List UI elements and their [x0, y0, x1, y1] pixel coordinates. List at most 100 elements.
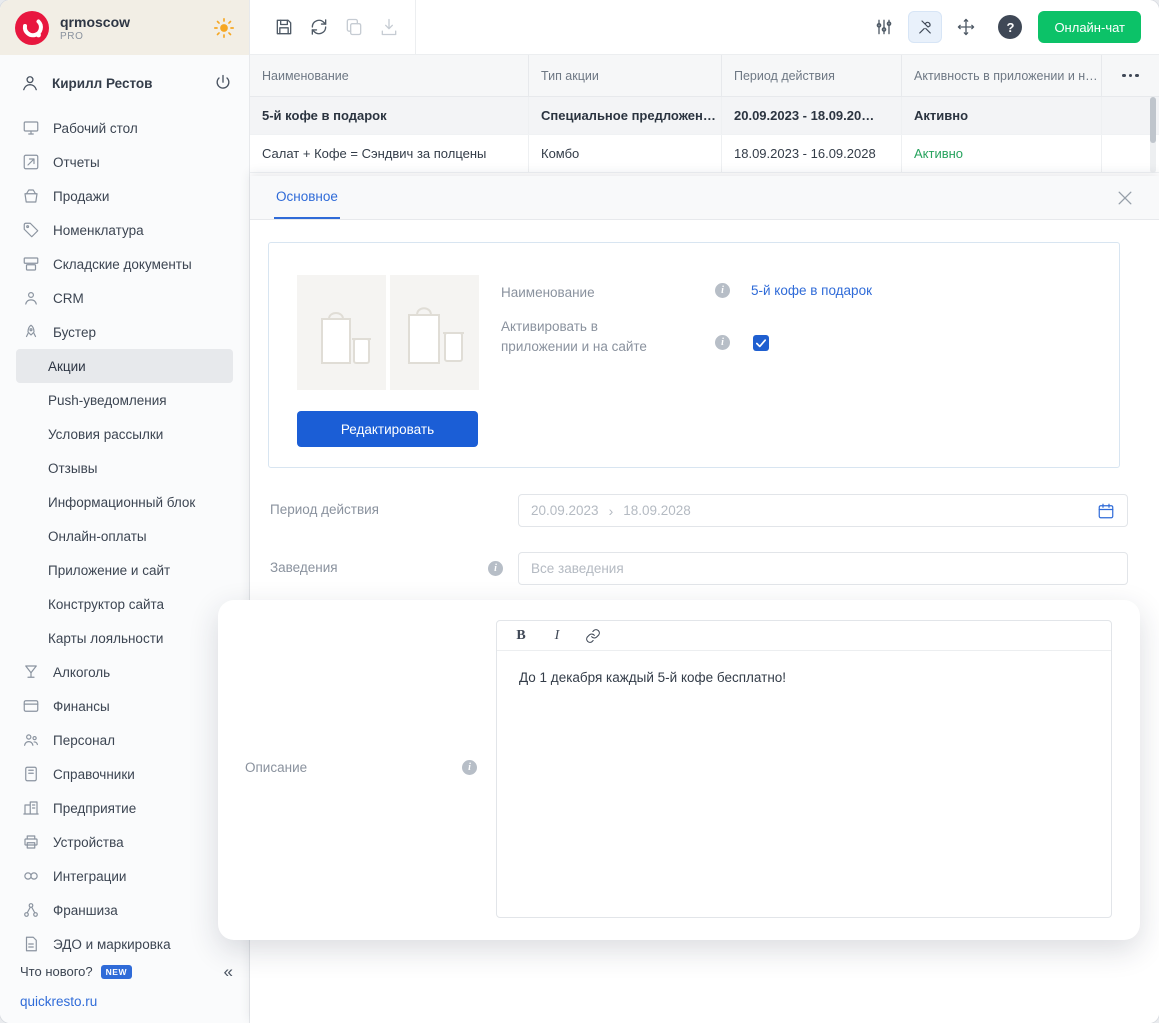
sidebar-item-franchise[interactable]: Франшиза: [0, 893, 249, 927]
column-header-type[interactable]: Тип акции: [528, 55, 721, 96]
move-icon[interactable]: [956, 17, 976, 37]
save-icon[interactable]: [274, 17, 294, 37]
scrollbar-thumb[interactable]: [1150, 97, 1156, 143]
sidebar-item-label: Справочники: [53, 767, 135, 782]
sidebar-item-label: Финансы: [53, 699, 110, 714]
sidebar-item-staff[interactable]: Персонал: [0, 723, 249, 757]
description-label: Описание: [245, 760, 307, 775]
venues-input[interactable]: [518, 552, 1128, 585]
period-to-value[interactable]: 18.09.2028: [623, 503, 691, 518]
sidebar-item-label: Бустер: [53, 325, 96, 340]
info-icon[interactable]: i: [715, 283, 730, 298]
devices-icon: [22, 833, 40, 851]
online-chat-button[interactable]: Онлайн-чат: [1038, 11, 1141, 43]
quickresto-link[interactable]: quickresto.ru: [20, 994, 97, 1009]
sidebar-subitem-push-notifications[interactable]: Push-уведомления: [0, 383, 249, 417]
italic-icon[interactable]: I: [547, 626, 567, 646]
warehouse-docs-icon: [22, 255, 40, 273]
description-editor[interactable]: До 1 декабря каждый 5-й кофе бесплатно!: [497, 651, 1111, 706]
whats-new-row: Что нового? NEW «: [20, 963, 233, 980]
user-icon: [20, 73, 40, 93]
status-badge: Активно: [901, 97, 1101, 134]
period-label: Период действия: [270, 502, 379, 517]
sidebar-subitem-label: Акции: [48, 359, 86, 374]
nomenclature-icon: [22, 221, 40, 239]
product-photo[interactable]: [297, 275, 386, 390]
sidebar-item-directories[interactable]: Справочники: [0, 757, 249, 791]
crm-icon: [22, 289, 40, 307]
link-icon[interactable]: [583, 626, 603, 646]
user-row[interactable]: Кирилл Рестов: [0, 61, 249, 105]
table-row[interactable]: Салат + Кофе = Сэндвич за полцены Комбо …: [250, 135, 1159, 173]
filters-icon[interactable]: [874, 17, 894, 37]
column-header-period[interactable]: Период действия: [721, 55, 901, 96]
sidebar-item-devices[interactable]: Устройства: [0, 825, 249, 859]
sidebar-item-warehouse-docs[interactable]: Складские документы: [0, 247, 249, 281]
sidebar-subitem-reviews[interactable]: Отзывы: [0, 451, 249, 485]
promo-name-value[interactable]: 5-й кофе в подарок: [751, 283, 872, 298]
sidebar-subitem-mailing-conditions[interactable]: Условия рассылки: [0, 417, 249, 451]
close-icon[interactable]: [1115, 188, 1135, 208]
bold-icon[interactable]: B: [511, 626, 531, 646]
sidebar-item-booster[interactable]: Бустер: [0, 315, 249, 349]
toolbar: ? Онлайн-чат: [250, 0, 1159, 55]
venues-row: Заведения i: [270, 552, 1139, 586]
venues-label: Заведения: [270, 560, 338, 575]
sidebar-item-label: Персонал: [53, 733, 115, 748]
sidebar-subitem-info-block[interactable]: Информационный блок: [0, 485, 249, 519]
sidebar-subitem-label: Условия рассылки: [48, 427, 163, 442]
edit-button[interactable]: Редактировать: [297, 411, 478, 447]
sidebar-item-desktop[interactable]: Рабочий стол: [0, 111, 249, 145]
sidebar-subitem-label: Информационный блок: [48, 495, 195, 510]
name-field-label: Наименование: [501, 283, 595, 303]
sidebar-item-label: Франшиза: [53, 903, 118, 918]
sidebar-item-sales[interactable]: Продажи: [0, 179, 249, 213]
sidebar-item-nomenclature[interactable]: Номенклатура: [0, 213, 249, 247]
column-header-name[interactable]: Наименование: [250, 55, 528, 96]
scrollbar-track: [1150, 97, 1156, 173]
sidebar-item-edo[interactable]: ЭДО и маркировка: [0, 927, 249, 961]
sidebar-subitem-online-payments[interactable]: Онлайн-оплаты: [0, 519, 249, 553]
calendar-icon[interactable]: [1097, 502, 1115, 520]
info-icon[interactable]: i: [462, 760, 477, 775]
theme-toggle-sun-icon[interactable]: [213, 17, 235, 39]
sidebar-subitem-label: Карты лояльности: [48, 631, 163, 646]
collapse-sidebar-icon[interactable]: «: [224, 963, 233, 980]
copy-icon[interactable]: [344, 17, 364, 37]
sidebar-subitem-site-builder[interactable]: Конструктор сайта: [0, 587, 249, 621]
sidebar-item-alcohol[interactable]: Алкоголь: [0, 655, 249, 689]
sidebar-subitem-app-and-site[interactable]: Приложение и сайт: [0, 553, 249, 587]
period-from-value[interactable]: 20.09.2023: [531, 503, 599, 518]
logout-icon[interactable]: [213, 73, 233, 93]
sidebar-subitem-label: Push-уведомления: [48, 393, 167, 408]
sidebar-item-reports[interactable]: Отчеты: [0, 145, 249, 179]
info-icon[interactable]: i: [488, 561, 503, 576]
sidebar-item-label: Складские документы: [53, 257, 192, 272]
sidebar-item-enterprise[interactable]: Предприятие: [0, 791, 249, 825]
sidebar-item-crm[interactable]: CRM: [0, 281, 249, 315]
period-input[interactable]: 20.09.2023 › 18.09.2028: [518, 494, 1128, 527]
product-photo[interactable]: [390, 275, 479, 390]
cell-name: 5-й кофе в подарок: [250, 97, 528, 134]
whats-new-link[interactable]: Что нового?: [20, 964, 93, 979]
refresh-icon[interactable]: [309, 17, 329, 37]
panel-tabbar: Основное: [250, 176, 1159, 220]
column-settings-button[interactable]: [1101, 55, 1159, 96]
sidebar-item-finance[interactable]: Финансы: [0, 689, 249, 723]
finance-icon: [22, 697, 40, 715]
download-icon[interactable]: [379, 17, 399, 37]
app-activation-checkbox[interactable]: [753, 335, 769, 351]
sidebar-subitem-loyalty-cards[interactable]: Карты лояльности: [0, 621, 249, 655]
sidebar-item-integrations[interactable]: Интеграции: [0, 859, 249, 893]
info-icon[interactable]: i: [715, 335, 730, 350]
help-button[interactable]: ?: [998, 15, 1022, 39]
tools-button[interactable]: [908, 11, 942, 43]
table-row[interactable]: 5-й кофе в подарок Специальное предложен…: [250, 97, 1159, 135]
sidebar-item-label: CRM: [53, 291, 84, 306]
tab-main[interactable]: Основное: [274, 176, 340, 219]
sidebar-subitem-promotions[interactable]: Акции: [16, 349, 233, 383]
cell-period: 18.09.2023 - 16.09.2028: [721, 135, 901, 172]
sidebar-item-label: Интеграции: [53, 869, 126, 884]
column-header-activity[interactable]: Активность в приложении и н…: [901, 55, 1101, 96]
period-row: Период действия 20.09.2023 › 18.09.2028: [270, 494, 1139, 528]
